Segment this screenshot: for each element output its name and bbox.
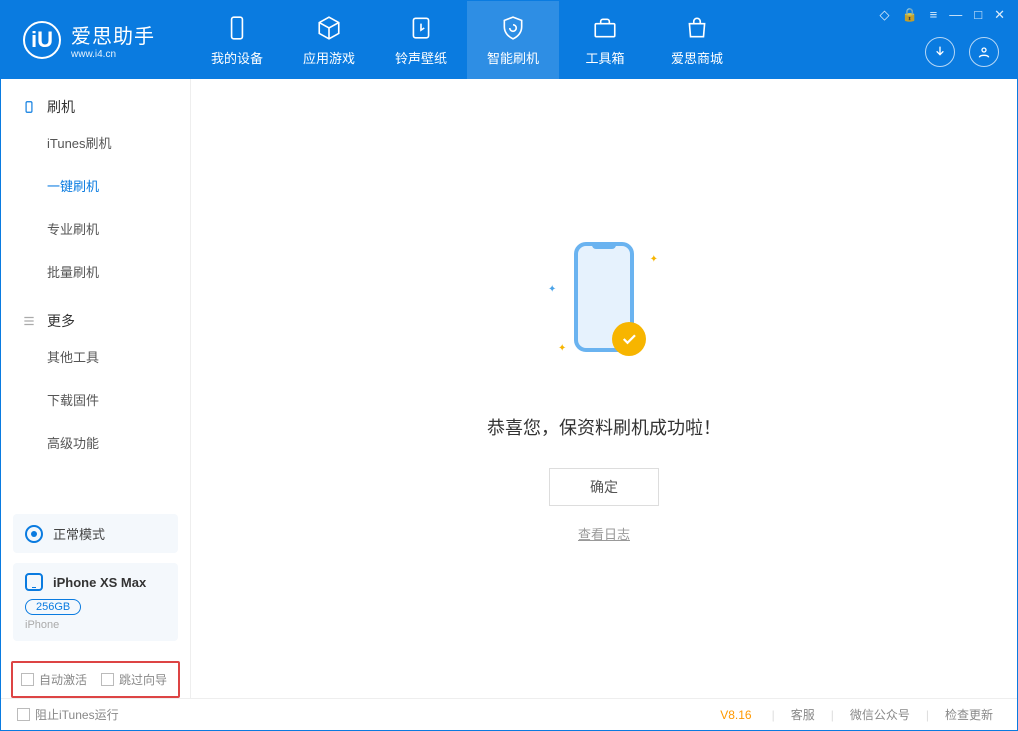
menu-icon[interactable]: ≡	[930, 7, 938, 23]
footer-link-service[interactable]: 客服	[783, 706, 823, 723]
option-label: 跳过向导	[119, 671, 167, 688]
nav-ringtones[interactable]: 铃声壁纸	[375, 1, 467, 79]
sidebar: 刷机 iTunes刷机 一键刷机 专业刷机 批量刷机 更多 其他工具 下载固件 …	[1, 79, 191, 698]
logo-area: iU 爱思助手 www.i4.cn	[1, 20, 191, 60]
view-log-link[interactable]: 查看日志	[578, 524, 630, 543]
lock-icon[interactable]: 🔒	[901, 7, 917, 23]
option-label: 阻止iTunes运行	[35, 706, 119, 723]
device-type: iPhone	[25, 619, 166, 631]
close-button[interactable]: ✕	[994, 7, 1005, 23]
phone-illust-notch	[592, 244, 616, 249]
nav-label: 我的设备	[211, 48, 263, 67]
list-icon	[21, 313, 37, 329]
app-window: iU 爱思助手 www.i4.cn 我的设备 应用游戏 铃声壁纸 智能刷机	[0, 0, 1018, 731]
sidebar-item-batch-flash[interactable]: 批量刷机	[1, 250, 190, 293]
sidebar-section-flash: 刷机 iTunes刷机 一键刷机 专业刷机 批量刷机	[1, 79, 190, 293]
nav-toolbox[interactable]: 工具箱	[559, 1, 651, 79]
nav-label: 爱思商城	[671, 48, 723, 67]
window-controls: ◇ 🔒 ≡ — □ ✕	[879, 7, 1005, 23]
nav-label: 应用游戏	[303, 48, 355, 67]
body: 刷机 iTunes刷机 一键刷机 专业刷机 批量刷机 更多 其他工具 下载固件 …	[1, 79, 1017, 698]
bag-icon	[683, 14, 711, 42]
header-right	[925, 37, 999, 67]
option-label: 自动激活	[39, 671, 87, 688]
sparkle-icon: ✦	[650, 254, 658, 265]
checkbox-icon	[101, 673, 114, 686]
main-content: ✦ ✦ ✦ 恭喜您，保资料刷机成功啦！ 确定 查看日志	[191, 79, 1017, 698]
sparkle-icon: ✦	[558, 343, 566, 354]
minimize-button[interactable]: —	[949, 7, 962, 23]
nav-label: 工具箱	[585, 48, 624, 67]
footer-link-update[interactable]: 检查更新	[937, 706, 1001, 723]
checkbox-icon	[17, 708, 30, 721]
shirt-icon[interactable]: ◇	[879, 7, 889, 23]
device-name: iPhone XS Max	[53, 575, 146, 590]
sidebar-header-more: 更多	[1, 311, 190, 335]
app-subtitle: www.i4.cn	[71, 49, 155, 60]
version-label: V8.16	[720, 708, 751, 722]
mode-label: 正常模式	[53, 524, 105, 543]
mode-card[interactable]: 正常模式	[13, 514, 178, 553]
success-message: 恭喜您，保资料刷机成功啦！	[487, 414, 721, 440]
sidebar-item-other-tools[interactable]: 其他工具	[1, 335, 190, 378]
footer-link-wechat[interactable]: 微信公众号	[842, 706, 918, 723]
top-nav: 我的设备 应用游戏 铃声壁纸 智能刷机 工具箱 爱思商城	[191, 1, 743, 79]
sidebar-section-more: 更多 其他工具 下载固件 高级功能	[1, 293, 190, 464]
footer-left: 阻止iTunes运行	[17, 706, 119, 723]
sidebar-item-advanced[interactable]: 高级功能	[1, 421, 190, 464]
ok-button[interactable]: 确定	[549, 468, 659, 506]
success-illustration: ✦ ✦ ✦	[544, 234, 664, 384]
sidebar-title: 更多	[47, 311, 75, 331]
user-button[interactable]	[969, 37, 999, 67]
nav-store[interactable]: 爱思商城	[651, 1, 743, 79]
nav-my-device[interactable]: 我的设备	[191, 1, 283, 79]
nav-apps[interactable]: 应用游戏	[283, 1, 375, 79]
maximize-button[interactable]: □	[974, 7, 982, 23]
option-skip-wizard[interactable]: 跳过向导	[101, 671, 167, 688]
device-card[interactable]: iPhone XS Max 256GB iPhone	[13, 563, 178, 641]
cube-icon	[315, 14, 343, 42]
check-badge-icon	[612, 322, 646, 356]
header: iU 爱思助手 www.i4.cn 我的设备 应用游戏 铃声壁纸 智能刷机	[1, 1, 1017, 79]
nav-flash[interactable]: 智能刷机	[467, 1, 559, 79]
sidebar-item-pro-flash[interactable]: 专业刷机	[1, 207, 190, 250]
app-logo-icon: iU	[23, 21, 61, 59]
nav-label: 智能刷机	[487, 48, 539, 67]
sidebar-item-itunes-flash[interactable]: iTunes刷机	[1, 121, 190, 164]
options-row: 自动激活 跳过向导	[11, 661, 180, 698]
option-auto-activate[interactable]: 自动激活	[21, 671, 87, 688]
nav-label: 铃声壁纸	[395, 48, 447, 67]
sidebar-bottom: 正常模式 iPhone XS Max 256GB iPhone	[1, 502, 190, 653]
footer-right: V8.16 | 客服 | 微信公众号 | 检查更新	[720, 706, 1001, 723]
device-phone-icon	[25, 573, 43, 591]
music-icon	[407, 14, 435, 42]
sidebar-title: 刷机	[47, 97, 75, 117]
sidebar-item-oneclick-flash[interactable]: 一键刷机	[1, 164, 190, 207]
device-storage-badge: 256GB	[25, 599, 81, 615]
phone-icon	[21, 99, 37, 115]
toolbox-icon	[591, 14, 619, 42]
footer: 阻止iTunes运行 V8.16 | 客服 | 微信公众号 | 检查更新	[1, 698, 1017, 730]
download-button[interactable]	[925, 37, 955, 67]
sparkle-icon: ✦	[548, 284, 556, 295]
device-icon	[223, 14, 251, 42]
app-title: 爱思助手	[71, 20, 155, 49]
option-block-itunes[interactable]: 阻止iTunes运行	[17, 706, 119, 723]
sidebar-item-download-firmware[interactable]: 下载固件	[1, 378, 190, 421]
refresh-shield-icon	[499, 14, 527, 42]
checkbox-icon	[21, 673, 34, 686]
sidebar-header-flash: 刷机	[1, 97, 190, 121]
mode-icon	[25, 525, 43, 543]
